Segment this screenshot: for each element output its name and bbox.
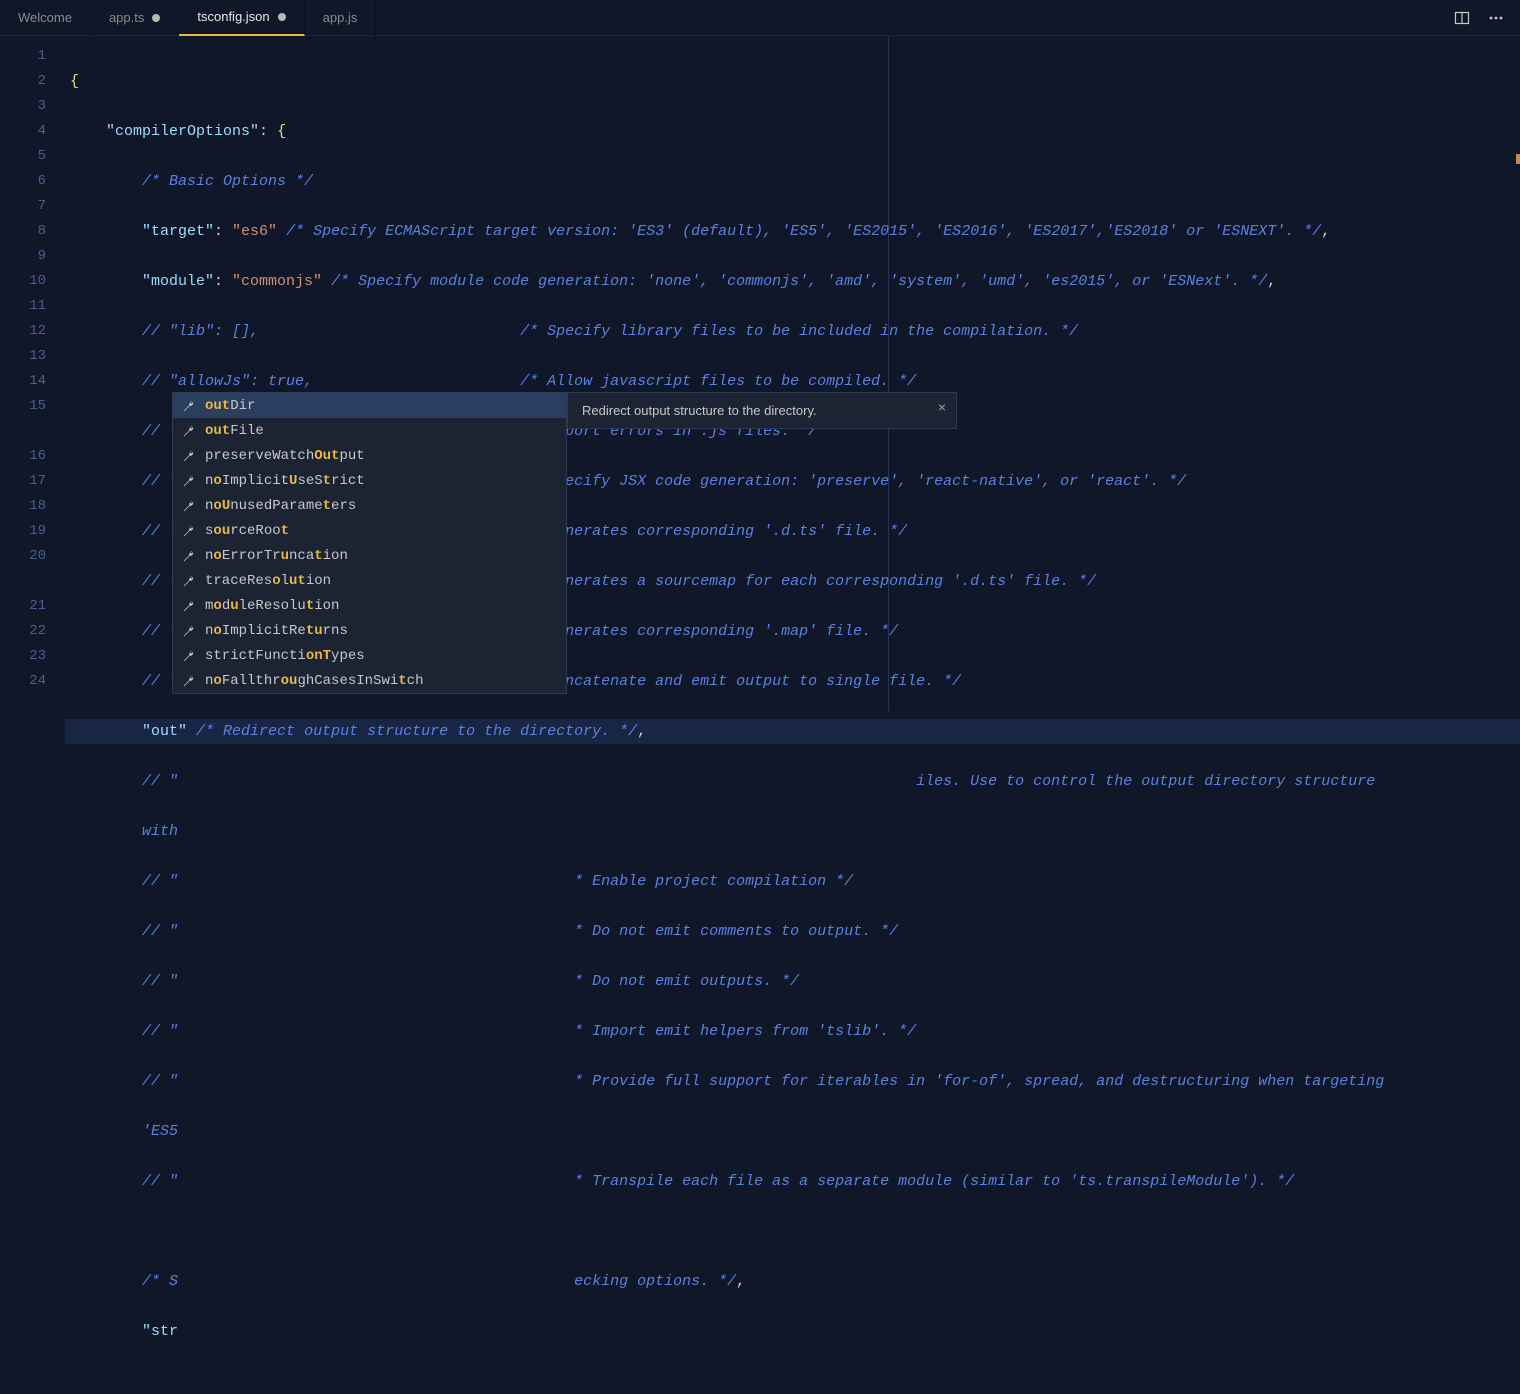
suggestion-item[interactable]: noUnusedParameters xyxy=(173,493,566,518)
error-squiggle xyxy=(637,719,645,734)
suggestion-item[interactable]: outFile xyxy=(173,418,566,443)
suggestion-item[interactable]: noImplicitUseStrict xyxy=(173,468,566,493)
suggestion-item[interactable]: noImplicitReturns xyxy=(173,618,566,643)
split-editor-icon[interactable] xyxy=(1452,8,1472,28)
suggestion-details: Redirect output structure to the directo… xyxy=(567,392,957,429)
dirty-indicator-icon xyxy=(152,14,160,22)
suggestion-item[interactable]: sourceRoot xyxy=(173,518,566,543)
tooltip-text: Redirect output structure to the directo… xyxy=(582,403,817,418)
wrench-icon xyxy=(181,598,197,614)
tab-app-ts[interactable]: app.ts xyxy=(91,0,179,36)
suggestion-item[interactable]: traceResolution xyxy=(173,568,566,593)
wrench-icon xyxy=(181,448,197,464)
suggestion-item[interactable]: moduleResolution xyxy=(173,593,566,618)
wrench-icon xyxy=(181,523,197,539)
suggestion-item[interactable]: noFallthroughCasesInSwitch xyxy=(173,668,566,693)
wrench-icon xyxy=(181,648,197,664)
dirty-indicator-icon xyxy=(278,13,286,21)
tab-bar: Welcome app.ts tsconfig.json app.js xyxy=(0,0,1520,36)
tab-welcome[interactable]: Welcome xyxy=(0,0,91,36)
wrench-icon xyxy=(181,548,197,564)
wrench-icon xyxy=(181,423,197,439)
suggestion-item[interactable]: noErrorTruncation xyxy=(173,543,566,568)
wrench-icon xyxy=(181,398,197,414)
suggestion-item[interactable]: strictFunctionTypes xyxy=(173,643,566,668)
suggestion-widget[interactable]: outDir outFile preserveWatchOutput noImp… xyxy=(172,392,567,694)
editor[interactable]: 123456789101112131415161718192021222324 … xyxy=(0,36,1520,711)
wrench-icon xyxy=(181,673,197,689)
wrench-icon xyxy=(181,573,197,589)
wrench-icon xyxy=(181,473,197,489)
more-actions-icon[interactable] xyxy=(1486,8,1506,28)
suggestion-item[interactable]: outDir xyxy=(173,393,566,418)
wrench-icon xyxy=(181,498,197,514)
tab-tsconfig[interactable]: tsconfig.json xyxy=(179,0,304,36)
close-icon[interactable]: × xyxy=(938,399,946,415)
wrench-icon xyxy=(181,623,197,639)
tab-app-js[interactable]: app.js xyxy=(305,0,377,36)
suggestion-item[interactable]: preserveWatchOutput xyxy=(173,443,566,468)
line-number-gutter: 123456789101112131415161718192021222324 xyxy=(0,36,70,711)
